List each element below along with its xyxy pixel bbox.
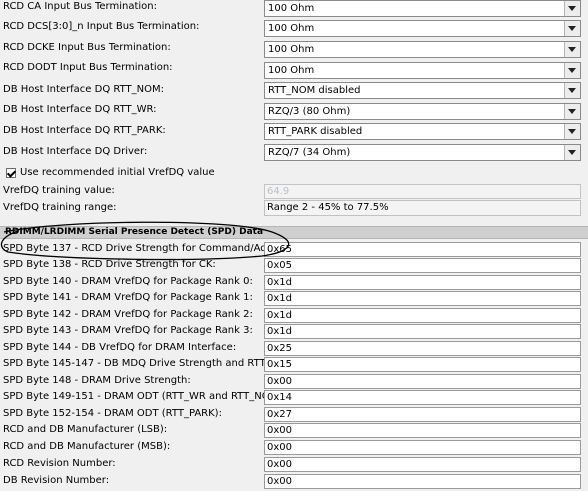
db-dq-driver-label: DB Host Interface DQ Driver: xyxy=(3,146,148,157)
db-rtt-nom-select[interactable]: RTT_NOM disabled xyxy=(264,82,581,99)
use-recommended-vrefdq-checkbox[interactable] xyxy=(6,168,16,178)
spd-byte-137-field[interactable]: 0x65 xyxy=(264,242,581,257)
chevron-down-icon[interactable] xyxy=(564,83,580,98)
spd-row-label: RCD Revision Number: xyxy=(3,458,116,469)
select-value: 100 Ohm xyxy=(268,3,315,14)
db-rtt-wr-label: DB Host Interface DQ RTT_WR: xyxy=(3,104,157,115)
db-rtt-wr-select[interactable]: RZQ/3 (80 Ohm) xyxy=(264,103,581,120)
spd-row-label: SPD Byte 148 - DRAM Drive Strength: xyxy=(3,375,191,386)
spd-byte-138-field[interactable]: 0x05 xyxy=(264,258,581,273)
chevron-down-icon[interactable] xyxy=(564,104,580,119)
spd-row-label: SPD Byte 141 - DRAM VrefDQ for Package R… xyxy=(3,292,253,303)
spd-byte-142-field[interactable]: 0x1d xyxy=(264,308,581,323)
spd-row-label: SPD Byte 145-147 - DB MDQ Drive Strength… xyxy=(3,358,268,369)
spd-row-label: SPD Byte 149-151 - DRAM ODT (RTT_WR and … xyxy=(3,391,286,402)
select-value: 100 Ohm xyxy=(268,65,315,76)
spd-byte-140-field[interactable]: 0x1d xyxy=(264,275,581,290)
db-dq-driver-select[interactable]: RZQ/7 (34 Ohm) xyxy=(264,144,581,161)
rcd-dcke-termination-label: RCD DCKE Input Bus Termination: xyxy=(3,42,171,53)
rcd-db-manufacturer-lsb-field[interactable]: 0x00 xyxy=(264,423,581,438)
rcd-revision-number-field[interactable]: 0x00 xyxy=(264,457,581,472)
spd-row-label: SPD Byte 152-154 - DRAM ODT (RTT_PARK): xyxy=(3,408,222,419)
rcd-dcke-termination-select[interactable]: 100 Ohm xyxy=(264,41,581,58)
spd-row-label: SPD Byte 138 - RCD Drive Strength for CK… xyxy=(3,259,216,270)
spd-row-label: SPD Byte 144 - DB VrefDQ for DRAM Interf… xyxy=(3,342,237,353)
chevron-down-icon[interactable] xyxy=(564,1,580,16)
spd-row-label: SPD Byte 142 - DRAM VrefDQ for Package R… xyxy=(3,309,253,320)
spd-row-label: RCD and DB Manufacturer (MSB): xyxy=(3,441,171,452)
rcd-dcs-termination-label: RCD DCS[3:0]_n Input Bus Termination: xyxy=(3,21,200,32)
select-value: 100 Ohm xyxy=(268,23,315,34)
chevron-down-icon[interactable] xyxy=(564,124,580,139)
rcd-dodt-termination-select[interactable]: 100 Ohm xyxy=(264,62,581,79)
spd-byte-144-field[interactable]: 0x25 xyxy=(264,341,581,356)
spd-byte-141-field[interactable]: 0x1d xyxy=(264,291,581,306)
rcd-dcs-termination-select[interactable]: 100 Ohm xyxy=(264,20,581,37)
vrefdq-training-value-field: 64.9 xyxy=(264,184,581,199)
db-rtt-park-label: DB Host Interface DQ RTT_PARK: xyxy=(3,125,166,136)
spd-byte-143-field[interactable]: 0x1d xyxy=(264,324,581,339)
select-value: RZQ/3 (80 Ohm) xyxy=(268,106,351,117)
rcd-ca-termination-label: RCD CA Input Bus Termination: xyxy=(3,1,157,12)
spd-row-label: RCD and DB Manufacturer (LSB): xyxy=(3,424,168,435)
select-value: RTT_NOM disabled xyxy=(268,85,361,96)
use-recommended-vrefdq-label[interactable]: Use recommended initial VrefDQ value xyxy=(20,167,215,178)
rcd-ca-termination-select[interactable]: 100 Ohm xyxy=(264,0,581,17)
vrefdq-training-range-field: Range 2 - 45% to 77.5% xyxy=(264,200,581,216)
select-value: RZQ/7 (34 Ohm) xyxy=(268,147,351,158)
rcd-dodt-termination-label: RCD DODT Input Bus Termination: xyxy=(3,62,173,73)
chevron-down-icon[interactable] xyxy=(564,145,580,160)
spd-byte-149-151-field[interactable]: 0x14 xyxy=(264,390,581,405)
spd-row-label: SPD Byte 137 - RCD Drive Strength for Co… xyxy=(3,243,297,254)
spd-row-label: DB Revision Number: xyxy=(3,475,110,486)
select-value: RTT_PARK disabled xyxy=(268,126,363,137)
spd-byte-145-147-field[interactable]: 0x15 xyxy=(264,357,581,372)
db-rtt-park-select[interactable]: RTT_PARK disabled xyxy=(264,123,581,140)
chevron-down-icon[interactable] xyxy=(564,63,580,78)
chevron-down-icon[interactable] xyxy=(564,21,580,36)
spd-row-label: SPD Byte 140 - DRAM VrefDQ for Package R… xyxy=(3,276,253,287)
rcd-db-manufacturer-msb-field[interactable]: 0x00 xyxy=(264,440,581,455)
db-rtt-nom-label: DB Host Interface DQ RTT_NOM: xyxy=(3,84,164,95)
vrefdq-training-range-label: VrefDQ training range: xyxy=(3,202,117,213)
spd-row-label: SPD Byte 143 - DRAM VrefDQ for Package R… xyxy=(3,325,253,336)
select-value: 100 Ohm xyxy=(268,44,315,55)
db-revision-number-field[interactable]: 0x00 xyxy=(264,474,581,489)
vrefdq-training-value-label: VrefDQ training value: xyxy=(3,185,115,196)
spd-byte-148-field[interactable]: 0x00 xyxy=(264,374,581,389)
chevron-down-icon[interactable] xyxy=(564,42,580,57)
spd-byte-152-154-field[interactable]: 0x27 xyxy=(264,407,581,422)
spd-section-header: RDIMM/LRDIMM Serial Presence Detect (SPD… xyxy=(0,226,588,239)
